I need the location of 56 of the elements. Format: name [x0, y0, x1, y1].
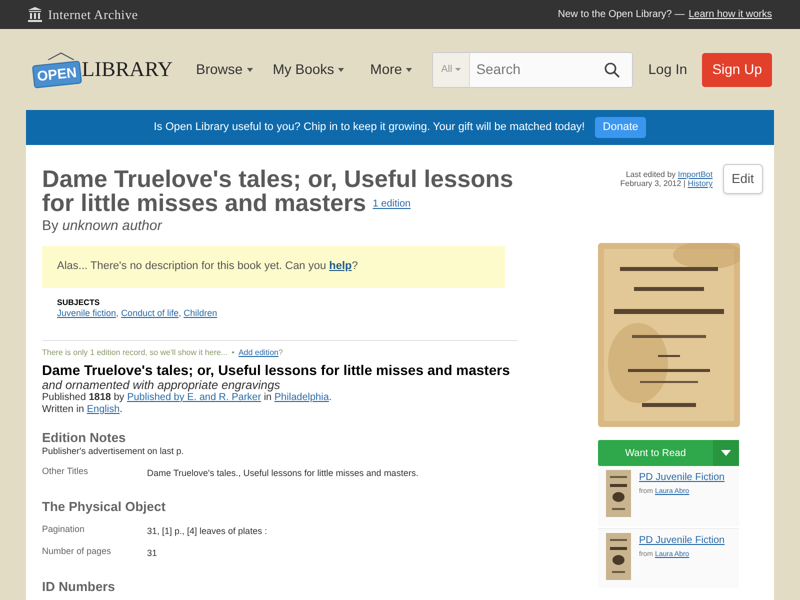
- field-value: Dame Truelove's tales., Useful lessons for little misses and masters.: [147, 468, 418, 479]
- comma: ,: [178, 308, 182, 318]
- learn-link[interactable]: Learn how it works: [688, 7, 772, 22]
- bullet: •: [232, 346, 234, 359]
- edition-subtitle: and ornamented with appropriate engravings: [42, 378, 282, 392]
- open-library-logo[interactable]: OPEN LIBRARY: [30, 50, 170, 90]
- section-heading: Edition Notes: [42, 430, 127, 446]
- want-to-read-button[interactable]: Want to Read: [598, 440, 739, 466]
- field-value: 31, [1] p., [4] leaves of plates :: [147, 526, 268, 537]
- new-user-prompt: New to the Open Library? —: [558, 8, 685, 22]
- comma: ,: [116, 308, 120, 318]
- edition-title: Dame Truelove's tales; or, Useful lessons for little misses and masters: [42, 362, 511, 378]
- banner-message: Is Open Library useful to you? Chip in to keep it growing. Your gift will be matched today!: [154, 120, 585, 136]
- subjects-heading: SUBJECTS: [57, 298, 101, 308]
- editor-link[interactable]: ImportBot: [678, 170, 713, 179]
- nav-menu[interactable]: More: [370, 59, 412, 80]
- edition-note: Publisher's advertisement on last p.: [42, 446, 185, 457]
- add-edition-link[interactable]: Add edition: [238, 348, 278, 357]
- field-label: Other Titles: [42, 466, 90, 478]
- field-value: 31: [147, 548, 158, 559]
- language-info: Written in English.: [42, 404, 124, 416]
- subject-link[interactable]: Juvenile fiction: [57, 308, 116, 318]
- edited-by-label: Last edited by: [626, 170, 676, 179]
- list-title-link[interactable]: PD Juvenile Fiction: [639, 472, 725, 483]
- subject-link[interactable]: Conduct of life: [121, 308, 179, 318]
- publisher-link[interactable]: Published by E. and R. Parker: [127, 392, 262, 403]
- language-link[interactable]: English: [86, 404, 120, 415]
- subject-link[interactable]: Children: [184, 308, 218, 318]
- section-heading: The Physical Object: [42, 498, 167, 515]
- description-text: Alas... There's no description for this book yet. Can you help?: [57, 259, 358, 274]
- editions-link[interactable]: 1 edition: [372, 198, 411, 210]
- caret-icon[interactable]: [721, 450, 731, 456]
- edit-date: February 3, 2012 |: [620, 179, 686, 188]
- nav-menu[interactable]: My Books: [272, 59, 344, 80]
- search-field[interactable]: Search: [470, 52, 592, 86]
- archive-building-icon[interactable]: [28, 7, 42, 22]
- signup-button[interactable]: Sign Up: [702, 52, 772, 86]
- field-label: Pagination: [42, 524, 86, 536]
- book-title: Dame Truelove's tales; or, Useful lessons for little misses and masters 1 edition: [42, 168, 514, 217]
- author-link[interactable]: unknown author: [62, 216, 162, 233]
- nav-menu[interactable]: Browse: [196, 59, 253, 80]
- by-label: By: [42, 216, 58, 233]
- field-label: Number of pages: [42, 546, 112, 558]
- list-title-link[interactable]: PD Juvenile Fiction: [639, 535, 725, 546]
- search-icon[interactable]: [604, 62, 620, 78]
- history-link[interactable]: History: [688, 179, 713, 188]
- edit-button[interactable]: Edit: [722, 164, 763, 194]
- section-heading: ID Numbers: [42, 578, 116, 595]
- publish-info: Published 1818 by Published by E. and R. Parker in Philadelphia.: [42, 392, 333, 404]
- edition-notice: There is only 1 edition record, so we'll show it here...: [42, 346, 228, 359]
- add-edition-text: Add edition?: [238, 346, 283, 359]
- place-link[interactable]: Philadelphia: [274, 392, 329, 403]
- archive-brand[interactable]: Internet Archive: [48, 4, 138, 24]
- donate-button[interactable]: Donate: [594, 117, 646, 138]
- help-link[interactable]: help: [329, 260, 352, 272]
- login-link[interactable]: Log In: [643, 59, 692, 80]
